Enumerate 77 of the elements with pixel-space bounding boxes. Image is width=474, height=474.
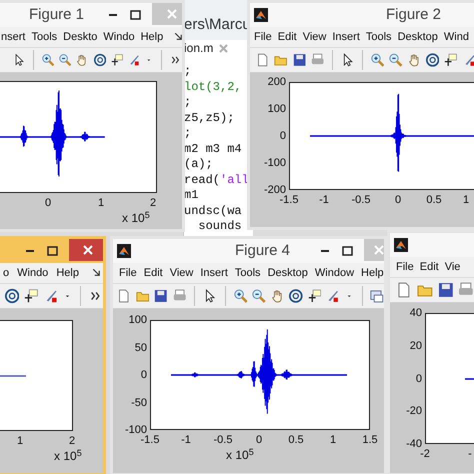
menu-item[interactable]: Help bbox=[140, 28, 164, 46]
code-line: read('all bbox=[184, 172, 249, 188]
axis-tick-label: 0 bbox=[278, 130, 286, 142]
menu-item[interactable]: o bbox=[3, 264, 10, 282]
menu-item[interactable]: Deskto bbox=[63, 28, 98, 46]
menu-item[interactable]: Tools bbox=[31, 28, 58, 46]
menu-item[interactable]: Wind bbox=[444, 28, 469, 46]
code-line: ; bbox=[184, 126, 192, 142]
code-line: undsc(wa bbox=[184, 204, 242, 219]
file-tab[interactable]: ion.m bbox=[184, 39, 214, 57]
code-line: lot(3,2, bbox=[184, 80, 242, 95]
axis-tick-label: 0 bbox=[414, 372, 422, 384]
code-line: z5,z5); bbox=[184, 110, 234, 126]
menu-item[interactable]: Desktop bbox=[398, 28, 438, 46]
axis-tick-label: - bbox=[468, 448, 472, 460]
menu-item[interactable]: Window bbox=[314, 264, 354, 282]
window-title: Figure 2 bbox=[386, 4, 442, 25]
axis-tick-label: 0 bbox=[44, 197, 52, 209]
menu-item[interactable]: Insert bbox=[332, 28, 360, 46]
menu-item[interactable]: Help bbox=[56, 264, 79, 282]
code-line: ; bbox=[184, 64, 192, 80]
axis-tick-label: 0.5 bbox=[288, 434, 304, 446]
menu-item[interactable]: Vie bbox=[444, 258, 460, 276]
axis-tick-label: 0.5 bbox=[426, 194, 442, 206]
axis-tick-label: 1 bbox=[330, 434, 336, 446]
axis-tick-label: -1 bbox=[181, 434, 191, 446]
axis-tick-label: 0 bbox=[394, 194, 402, 206]
axis-tick-label: 1 bbox=[98, 197, 104, 209]
axis-tick-label: -50 bbox=[130, 396, 147, 408]
axis-exponent-label: x 10$^{5}$ bbox=[226, 448, 254, 462]
menu-item[interactable]: Tools bbox=[366, 28, 392, 46]
axis-tick-label: -200 bbox=[262, 184, 286, 196]
menu-item[interactable]: File bbox=[396, 258, 414, 276]
axis-tick-label: -100 bbox=[262, 157, 286, 169]
axis-tick-label: -0.5 bbox=[352, 194, 370, 206]
axis-tick-label: -0.5 bbox=[214, 434, 232, 446]
axis-tick-label: 1 bbox=[16, 435, 24, 447]
code-line: sounds bbox=[197, 219, 242, 234]
menu-item[interactable]: Edit bbox=[420, 258, 439, 276]
menu-item[interactable]: Help bbox=[361, 264, 384, 282]
axis-tick-label: 20 bbox=[408, 340, 422, 352]
menu-item[interactable]: Desktop bbox=[268, 264, 308, 282]
axis-tick-label: -1.5 bbox=[280, 194, 298, 206]
axis-tick-label: 40 bbox=[408, 307, 422, 319]
axis-tick-label: 100 bbox=[266, 103, 286, 115]
window-title: Figure 1 bbox=[29, 4, 84, 25]
axis-exponent-label: x 10$^{5}$ bbox=[54, 449, 82, 463]
menu-item[interactable]: Edit bbox=[278, 28, 297, 46]
menu-item[interactable]: File bbox=[254, 28, 272, 46]
axis-tick-label: -2 bbox=[420, 448, 430, 460]
axis-tick-label: 0 bbox=[140, 369, 147, 381]
axis-tick-label: 100 bbox=[128, 314, 147, 326]
axis-tick-label: -20 bbox=[405, 405, 422, 418]
window-title: Figure 4 bbox=[235, 240, 290, 261]
axis-tick-label: -1.5 bbox=[140, 434, 160, 446]
axis-tick-label: -100 bbox=[124, 424, 147, 436]
axis-tick-label: 1 bbox=[462, 194, 470, 206]
axis-tick-label: 2 bbox=[68, 435, 76, 447]
axis-tick-label: 200 bbox=[266, 76, 286, 88]
menu-item[interactable]: Windo bbox=[17, 264, 48, 282]
axis-tick-label: -40 bbox=[405, 438, 422, 450]
code-line: ; bbox=[184, 95, 192, 110]
axis-tick-label: 1.5 bbox=[362, 434, 378, 446]
menu-item[interactable]: View bbox=[170, 264, 194, 282]
axis-exponent-label: x 10$^{5}$ bbox=[122, 211, 150, 225]
menu-item[interactable]: Windo bbox=[103, 28, 135, 46]
menu-item[interactable]: Edit bbox=[144, 264, 163, 282]
menu-item[interactable]: View bbox=[302, 28, 326, 46]
menu-item[interactable]: Tools bbox=[234, 264, 261, 282]
menu-item[interactable]: Insert bbox=[200, 264, 228, 282]
axis-tick-label: -1 bbox=[319, 194, 329, 206]
axis-tick-label: 0 bbox=[256, 434, 262, 446]
code-line: (a); bbox=[184, 157, 213, 172]
axis-tick-label: 50 bbox=[134, 342, 147, 354]
axis-tick-label: 2 bbox=[150, 197, 156, 209]
menu-item[interactable]: File bbox=[119, 264, 137, 282]
menu-item[interactable]: nsert bbox=[1, 28, 26, 46]
